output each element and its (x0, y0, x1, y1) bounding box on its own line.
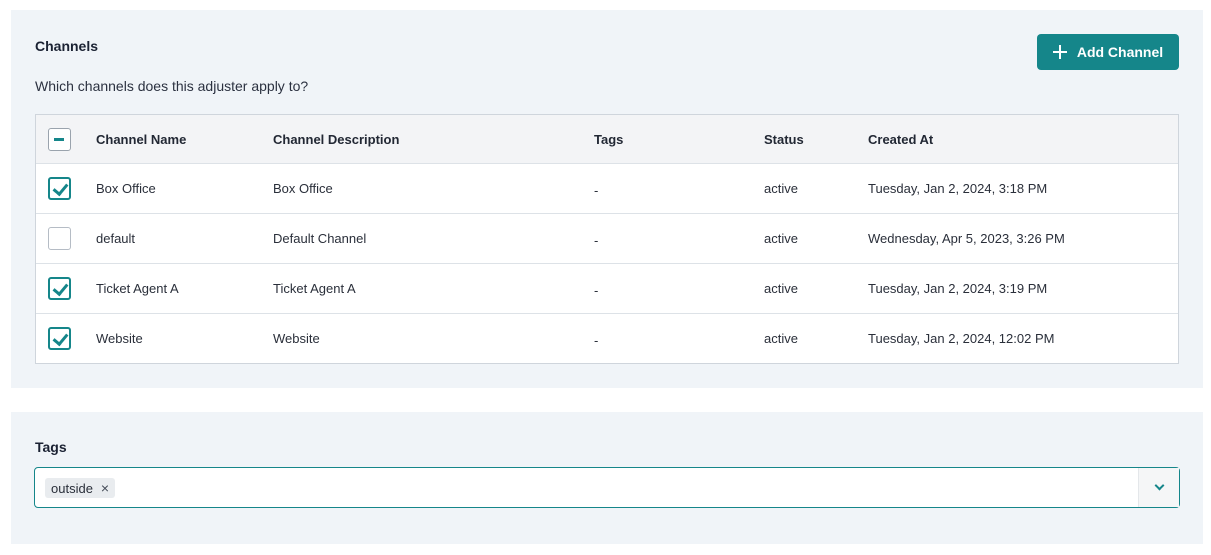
channel-tags: - (594, 283, 599, 298)
add-channel-button[interactable]: Add Channel (1037, 34, 1179, 70)
channel-description: Ticket Agent A (273, 281, 356, 296)
row-checkbox[interactable] (48, 326, 71, 350)
chevron-down-icon (1154, 480, 1164, 491)
channel-created-at: Tuesday, Jan 2, 2024, 3:19 PM (868, 281, 1048, 296)
channel-created-at: Wednesday, Apr 5, 2023, 3:26 PM (868, 231, 1065, 246)
channel-tags: - (594, 233, 599, 248)
row-checkbox[interactable] (48, 227, 71, 250)
channels-subtitle: Which channels does this adjuster apply … (35, 78, 309, 94)
channel-name: Box Office (96, 181, 156, 196)
dropdown-toggle[interactable] (1139, 468, 1179, 507)
plus-icon (1052, 45, 1067, 59)
table-header-row: Channel Name Channel Description Tags St… (36, 115, 1178, 164)
channel-description: Box Office (273, 181, 333, 196)
table-row: Ticket Agent A Ticket Agent A - active T… (36, 264, 1178, 314)
channels-title: Channels (35, 38, 99, 54)
remove-tag-icon[interactable]: × (101, 481, 109, 495)
channels-table: Channel Name Channel Description Tags St… (35, 114, 1179, 364)
select-all-checkbox[interactable] (48, 127, 71, 151)
tags-title: Tags (35, 439, 67, 455)
table-row: default Default Channel - active Wednesd… (36, 214, 1178, 264)
channel-description: Website (273, 330, 320, 346)
channel-tags: - (594, 183, 599, 198)
tags-panel: Tags outside × (11, 412, 1203, 544)
channel-status: active (764, 181, 798, 196)
column-header-channel-name[interactable]: Channel Name (96, 115, 186, 163)
tag-chip-label: outside (51, 480, 93, 496)
table-row: Box Office Box Office - active Tuesday, … (36, 164, 1178, 214)
column-header-created-at[interactable]: Created At (868, 115, 933, 163)
column-header-channel-description[interactable]: Channel Description (273, 115, 399, 163)
channel-status: active (764, 231, 798, 246)
channel-status: active (764, 281, 798, 296)
channel-created-at: Tuesday, Jan 2, 2024, 3:18 PM (868, 181, 1048, 196)
channels-panel: Channels Which channels does this adjust… (11, 10, 1203, 388)
tags-multiselect[interactable]: outside × (34, 467, 1180, 508)
channel-status: active (764, 330, 798, 346)
row-checkbox[interactable] (48, 177, 71, 200)
channel-name: Website (96, 330, 143, 346)
channel-name: default (96, 231, 136, 246)
add-channel-label: Add Channel (1076, 44, 1164, 60)
channel-tags: - (594, 332, 599, 348)
channel-description: Default Channel (273, 231, 367, 246)
column-header-tags[interactable]: Tags (594, 115, 623, 163)
table-row: Website Website - active Tuesday, Jan 2,… (36, 314, 1178, 362)
tag-chip: outside × (45, 478, 116, 498)
channel-name: Ticket Agent A (96, 281, 179, 296)
column-header-status[interactable]: Status (764, 115, 804, 163)
channel-created-at: Tuesday, Jan 2, 2024, 12:02 PM (868, 330, 1055, 346)
row-checkbox[interactable] (48, 277, 71, 300)
